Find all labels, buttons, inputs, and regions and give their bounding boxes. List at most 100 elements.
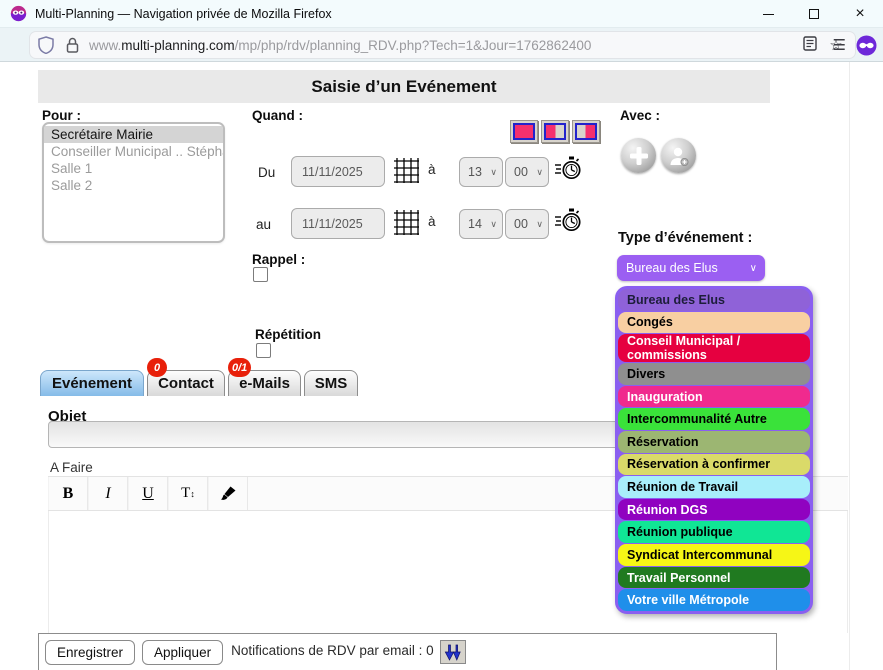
url-domain: multi-planning.com — [121, 38, 234, 53]
avec-label: Avec : — [620, 108, 660, 123]
event-type-option[interactable]: Conseil Municipal / commissions — [618, 334, 810, 362]
start-hour-select[interactable]: 13∨ — [459, 157, 503, 187]
event-type-select[interactable]: Bureau des Elus ∨ — [617, 255, 765, 281]
color-swatch-left-button[interactable] — [541, 120, 569, 143]
browser-window: Multi-Planning — Navigation privée de Mo… — [0, 0, 883, 670]
shield-icon[interactable] — [38, 36, 54, 54]
text-size-button[interactable]: T↕ — [168, 477, 208, 510]
swatch-full-icon — [513, 123, 535, 140]
tab-sms[interactable]: SMS — [304, 370, 358, 396]
end-date-input[interactable]: 11/11/2025 — [291, 208, 385, 239]
close-button[interactable]: × — [837, 0, 883, 28]
tab-bar: EvénementContact0e-Mails0/1 SMS — [40, 370, 358, 396]
chevron-down-icon: ∨ — [750, 263, 757, 274]
rappel-label: Rappel : — [252, 252, 305, 267]
text-size-t: T — [181, 485, 190, 502]
du-label: Du — [258, 165, 275, 180]
event-type-option[interactable]: Bureau des Elus — [618, 289, 810, 311]
url-prefix: www. — [89, 38, 121, 53]
end-hour-select[interactable]: 14∨ — [459, 209, 503, 239]
add-participant-button[interactable] — [621, 138, 656, 173]
tab-ev-nement[interactable]: Evénement — [40, 370, 144, 396]
quand-label: Quand : — [252, 108, 303, 123]
event-type-option[interactable]: Réunion de Travail — [618, 476, 810, 498]
event-type-option[interactable]: Inauguration — [618, 386, 810, 408]
tab-e-mails[interactable]: e-Mails0/1 — [228, 370, 301, 396]
color-swatch-right-button[interactable] — [572, 120, 600, 143]
a-label-1: à — [428, 162, 436, 177]
private-browsing-badge — [856, 35, 877, 56]
chevron-down-icon: ∨ — [536, 167, 543, 178]
stopwatch-icon-end[interactable] — [554, 206, 582, 234]
content-divider — [849, 62, 850, 670]
maximize-button[interactable] — [791, 0, 837, 28]
minimize-button[interactable] — [745, 0, 791, 28]
au-label: au — [256, 217, 271, 232]
url-bar[interactable]: www.multi-planning.com/mp/php/rdv/planni… — [30, 32, 855, 58]
footer-bar: Enregistrer Appliquer Notifications de R… — [38, 633, 777, 670]
end-minute-select[interactable]: 00∨ — [505, 209, 549, 239]
pour-option[interactable]: Secrétaire Mairie — [44, 126, 223, 143]
event-type-option[interactable]: Réservation à confirmer — [618, 454, 810, 476]
add-contact-person-button[interactable] — [661, 138, 696, 173]
swatch-left-icon — [544, 123, 566, 140]
rappel-checkbox[interactable] — [253, 267, 268, 282]
repetition-label: Répétition — [255, 327, 321, 342]
event-type-option[interactable]: Divers — [618, 363, 810, 385]
event-type-option[interactable]: Travail Personnel — [618, 567, 810, 589]
a-label-2: à — [428, 214, 436, 229]
repetition-checkbox[interactable] — [256, 343, 271, 358]
save-button[interactable]: Enregistrer — [45, 640, 135, 665]
lock-icon[interactable] — [66, 37, 79, 53]
apply-button[interactable]: Appliquer — [142, 640, 223, 665]
event-type-option[interactable]: Intercommunalité Autre — [618, 408, 810, 430]
menu-icon[interactable]: ☰ — [833, 36, 846, 54]
pour-option[interactable]: Salle 2 — [44, 177, 223, 194]
event-type-option[interactable]: Votre ville Métropole — [618, 589, 810, 611]
pour-option[interactable]: Salle 1 — [44, 160, 223, 177]
event-type-option[interactable]: Réunion publique — [618, 521, 810, 543]
tab-badge: 0/1 — [228, 358, 251, 377]
page-title: Saisie d’un Evénement — [38, 70, 770, 103]
event-type-option[interactable]: Syndicat Intercommunal — [618, 544, 810, 566]
tab-label: e-Mails — [239, 375, 290, 392]
pour-option[interactable]: Conseiller Municipal .. Stéphane — [44, 143, 223, 160]
event-type-option[interactable]: Réunion DGS — [618, 499, 810, 521]
underline-button[interactable]: U — [128, 477, 168, 510]
maximize-icon — [809, 9, 819, 19]
email-notification-expand-button[interactable] — [440, 640, 466, 664]
event-type-dropdown: Bureau des ElusCongésConseil Municipal /… — [615, 286, 813, 614]
url-text[interactable]: www.multi-planning.com/mp/php/rdv/planni… — [89, 38, 797, 53]
text-size-arrow-icon: ↕ — [190, 489, 195, 499]
start-date-input[interactable]: 11/11/2025 — [291, 156, 385, 187]
page-content: Saisie d’un Evénement Pour : Secrétaire … — [0, 62, 883, 670]
browser-toolbar: www.multi-planning.com/mp/php/rdv/planni… — [0, 28, 883, 62]
email-notification-text: Notifications de RDV par email : 0 — [231, 643, 434, 658]
event-type-option[interactable]: Réservation — [618, 431, 810, 453]
event-type-label: Type d’événement : — [618, 230, 752, 246]
end-minute-value: 00 — [514, 217, 528, 231]
text-color-brush-button[interactable] — [208, 477, 248, 510]
pour-listbox[interactable]: Secrétaire MairieConseiller Municipal ..… — [42, 122, 225, 243]
tab-contact[interactable]: Contact0 — [147, 370, 225, 396]
close-icon: × — [855, 6, 864, 22]
bold-button[interactable]: B — [48, 477, 88, 510]
date-picker-grid-icon-2[interactable] — [394, 210, 419, 235]
afaire-label: A Faire — [50, 460, 93, 475]
event-type-option[interactable]: Congés — [618, 312, 810, 334]
tab-label: SMS — [315, 375, 348, 392]
color-swatch-full-button[interactable] — [510, 120, 538, 143]
brush-icon — [220, 485, 237, 502]
start-minute-select[interactable]: 00 ∨ — [505, 157, 549, 187]
end-hour-value: 14 — [468, 217, 482, 231]
event-type-selected-value: Bureau des Elus — [626, 261, 718, 275]
chevron-down-icon: ∨ — [490, 167, 497, 178]
date-picker-grid-icon[interactable] — [394, 158, 419, 183]
stopwatch-icon-start[interactable] — [554, 154, 582, 182]
firefox-private-icon — [10, 5, 27, 22]
browser-titlebar: Multi-Planning — Navigation privée de Mo… — [0, 0, 883, 28]
reader-view-icon[interactable] — [797, 36, 823, 55]
window-title: Multi-Planning — Navigation privée de Mo… — [35, 7, 332, 21]
italic-button[interactable]: I — [88, 477, 128, 510]
start-minute-value: 00 — [514, 165, 528, 179]
